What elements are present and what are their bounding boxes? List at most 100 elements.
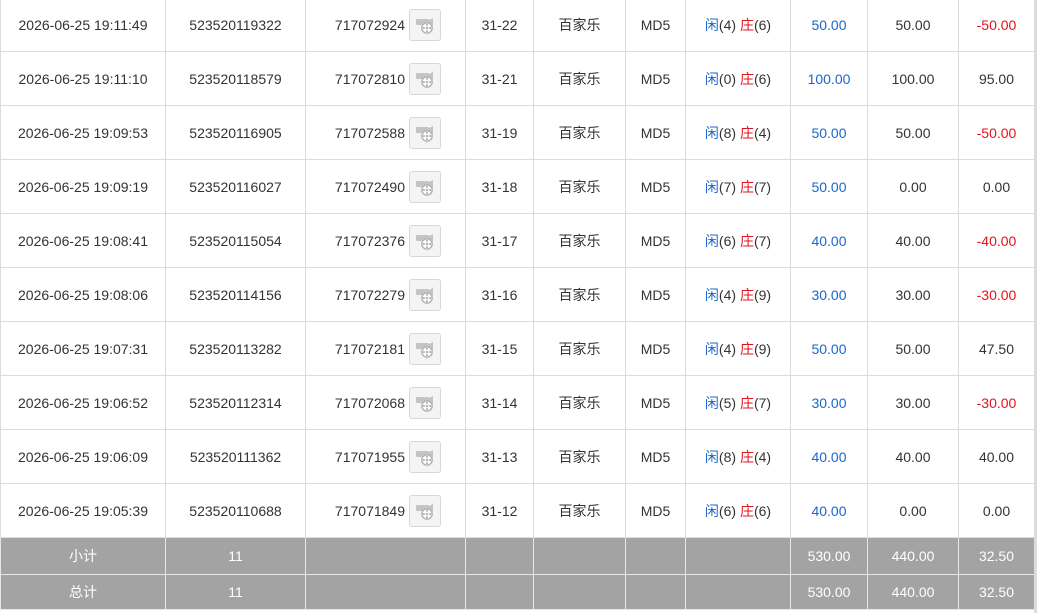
shoe-number: 31-18 <box>465 159 534 214</box>
video-replay-icon <box>416 503 433 520</box>
player-score: (0) <box>718 70 737 87</box>
banker-label: 庄 <box>739 124 754 141</box>
total-valid-bet: 440.00 <box>867 574 959 610</box>
hash-method: MD5 <box>625 429 686 484</box>
player-score: (8) <box>718 448 737 465</box>
table-row: 2026-06-25 19:06:52 523520112314 7170720… <box>0 375 1035 430</box>
player-score: (5) <box>718 394 737 411</box>
order-number: 523520113282 <box>165 321 306 376</box>
hash-method: MD5 <box>625 159 686 214</box>
round-cell: 717072490 <box>305 159 466 214</box>
win-loss-amount: 47.50 <box>958 321 1035 376</box>
round-number: 717072810 <box>334 70 405 87</box>
banker-label: 庄 <box>739 448 754 465</box>
player-score: (8) <box>718 124 737 141</box>
order-number: 523520118579 <box>165 51 306 106</box>
total-bet: 530.00 <box>790 574 868 610</box>
bet-time: 2026-06-25 19:11:10 <box>0 51 166 106</box>
shoe-number: 31-14 <box>465 375 534 430</box>
banker-label: 庄 <box>739 16 754 33</box>
summary-empty-cell <box>625 574 686 610</box>
table-row: 2026-06-25 19:09:53 523520116905 7170725… <box>0 105 1035 160</box>
video-replay-button[interactable] <box>409 278 441 311</box>
order-number: 523520116905 <box>165 105 306 160</box>
player-label: 闲 <box>704 394 719 411</box>
video-replay-icon <box>416 341 433 358</box>
total-win-loss: 32.50 <box>958 574 1035 610</box>
banker-label: 庄 <box>739 340 754 357</box>
summary-body: 小计 11 530.00 440.00 32.50 总计 11 530.00 4… <box>0 537 1035 610</box>
video-replay-button[interactable] <box>409 62 441 95</box>
round-cell: 717072279 <box>305 267 466 322</box>
video-replay-icon <box>416 71 433 88</box>
round-cell: 717072924 <box>305 0 466 52</box>
win-loss-amount: -40.00 <box>958 213 1035 268</box>
video-replay-button[interactable] <box>409 440 441 473</box>
order-number: 523520112314 <box>165 375 306 430</box>
summary-empty-cell <box>533 537 626 575</box>
win-loss-amount: 0.00 <box>958 159 1035 214</box>
bet-time: 2026-06-25 19:08:06 <box>0 267 166 322</box>
bet-time: 2026-06-25 19:11:49 <box>0 0 166 52</box>
banker-label: 庄 <box>739 502 754 519</box>
banker-score: (7) <box>753 394 772 411</box>
player-label: 闲 <box>704 448 719 465</box>
result-cell: 闲(6) 庄(7) <box>685 213 791 268</box>
summary-empty-cell <box>685 574 791 610</box>
round-number: 717072588 <box>334 124 405 141</box>
video-replay-button[interactable] <box>409 386 441 419</box>
total-label: 总计 <box>0 574 166 610</box>
valid-bet-amount: 100.00 <box>867 51 959 106</box>
video-replay-button[interactable] <box>409 224 441 257</box>
bet-amount: 50.00 <box>790 159 868 214</box>
game-name: 百家乐 <box>533 159 626 214</box>
video-replay-icon <box>416 449 433 466</box>
result-cell: 闲(4) 庄(9) <box>685 267 791 322</box>
shoe-number: 31-16 <box>465 267 534 322</box>
video-replay-icon <box>416 125 433 142</box>
bet-amount: 50.00 <box>790 0 868 52</box>
order-number: 523520114156 <box>165 267 306 322</box>
shoe-number: 31-22 <box>465 0 534 52</box>
valid-bet-amount: 0.00 <box>867 483 959 538</box>
summary-empty-cell <box>533 574 626 610</box>
win-loss-amount: 95.00 <box>958 51 1035 106</box>
table-row: 2026-06-25 19:09:19 523520116027 7170724… <box>0 159 1035 214</box>
round-number: 717072490 <box>334 178 405 195</box>
table-body: 2026-06-25 19:11:49 523520119322 7170729… <box>0 0 1035 538</box>
game-name: 百家乐 <box>533 321 626 376</box>
result-cell: 闲(8) 庄(4) <box>685 429 791 484</box>
player-label: 闲 <box>704 178 719 195</box>
subtotal-count: 11 <box>165 537 306 575</box>
valid-bet-amount: 40.00 <box>867 213 959 268</box>
game-name: 百家乐 <box>533 105 626 160</box>
subtotal-label: 小计 <box>0 537 166 575</box>
summary-empty-cell <box>685 537 791 575</box>
banker-score: (7) <box>753 232 772 249</box>
video-replay-button[interactable] <box>409 494 441 527</box>
banker-score: (4) <box>753 448 772 465</box>
bet-amount: 40.00 <box>790 483 868 538</box>
bet-time: 2026-06-25 19:05:39 <box>0 483 166 538</box>
round-number: 717072279 <box>334 286 405 303</box>
shoe-number: 31-17 <box>465 213 534 268</box>
player-label: 闲 <box>704 232 719 249</box>
bet-records-table: 2026-06-25 19:11:49 523520119322 7170729… <box>0 0 1035 610</box>
hash-method: MD5 <box>625 267 686 322</box>
table-row: 2026-06-25 19:08:41 523520115054 7170723… <box>0 213 1035 268</box>
player-score: (6) <box>718 232 737 249</box>
player-score: (4) <box>718 16 737 33</box>
player-label: 闲 <box>704 286 719 303</box>
valid-bet-amount: 40.00 <box>867 429 959 484</box>
win-loss-amount: -30.00 <box>958 267 1035 322</box>
video-replay-button[interactable] <box>409 8 441 41</box>
round-number: 717072181 <box>334 340 405 357</box>
video-replay-button[interactable] <box>409 170 441 203</box>
valid-bet-amount: 0.00 <box>867 159 959 214</box>
shoe-number: 31-12 <box>465 483 534 538</box>
banker-label: 庄 <box>739 286 754 303</box>
video-replay-button[interactable] <box>409 116 441 149</box>
result-cell: 闲(4) 庄(9) <box>685 321 791 376</box>
result-cell: 闲(4) 庄(6) <box>685 0 791 52</box>
video-replay-button[interactable] <box>409 332 441 365</box>
